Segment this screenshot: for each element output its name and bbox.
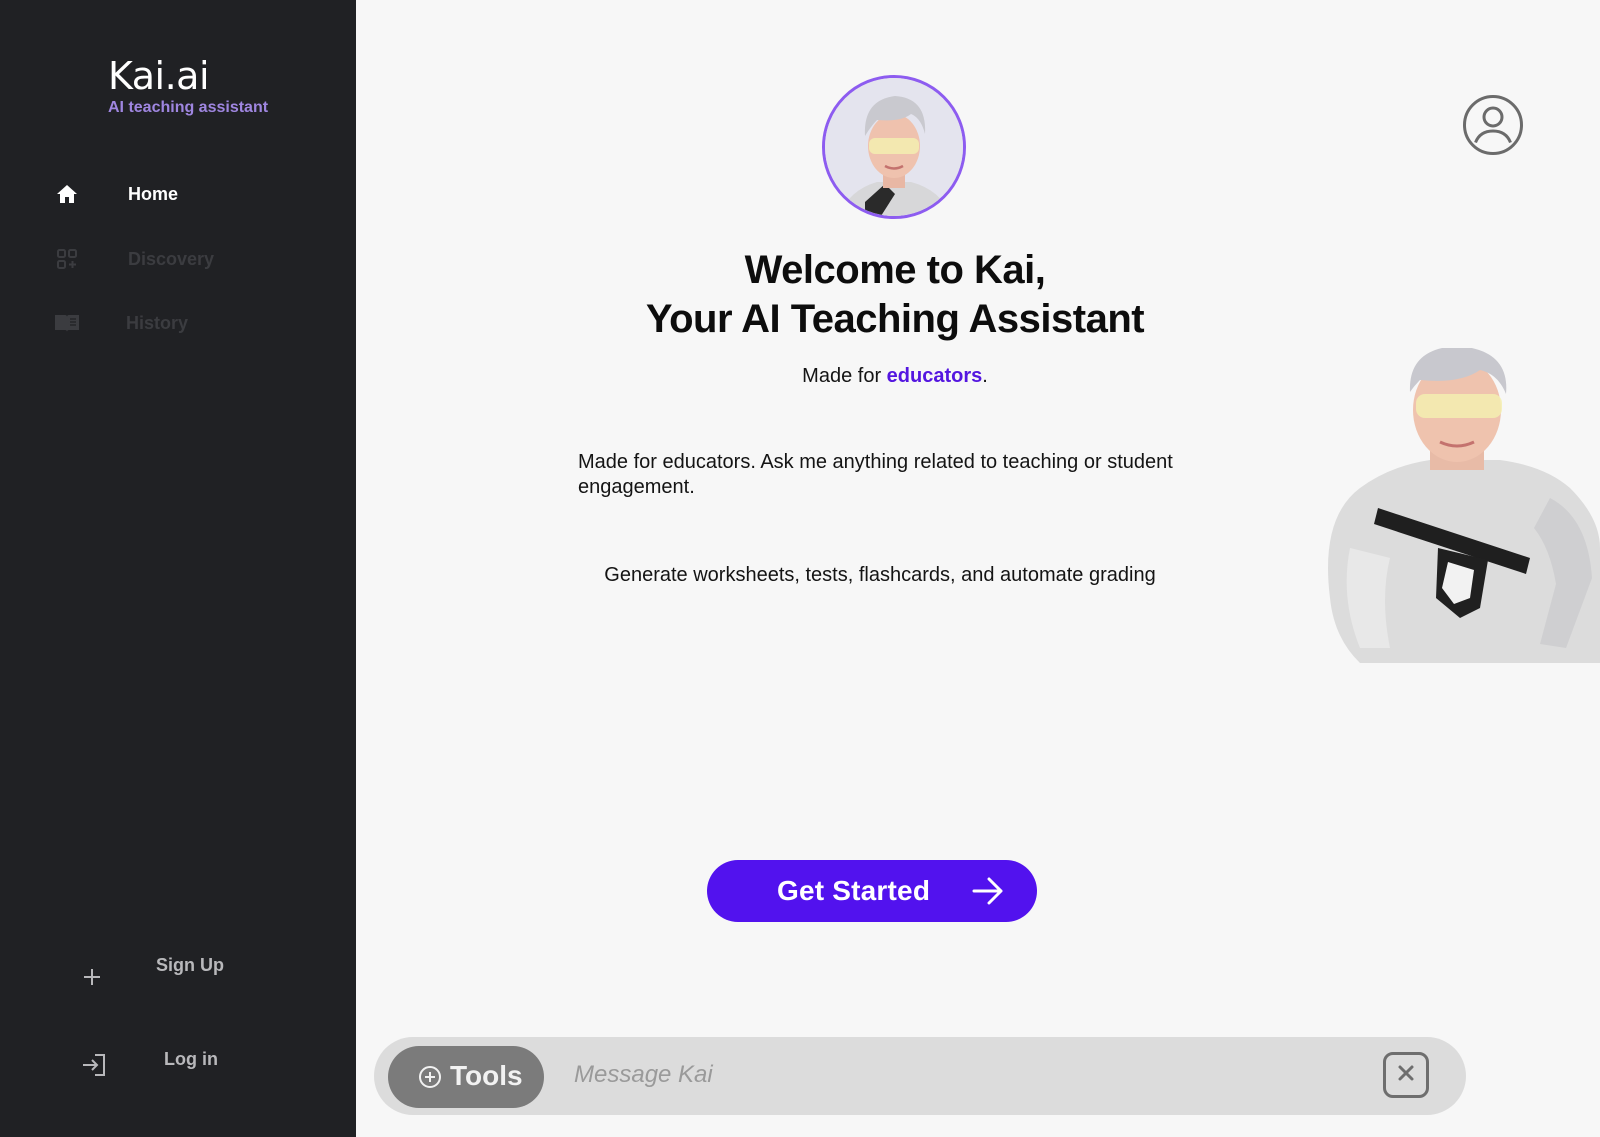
sidebar-item-label: Home [128, 183, 179, 204]
kai-character-illustration [1320, 346, 1600, 663]
sign-up-button[interactable]: Sign Up [0, 955, 356, 999]
user-profile-icon[interactable] [1462, 94, 1524, 156]
book-icon [54, 310, 80, 336]
plus-icon [79, 964, 105, 990]
close-icon [1396, 1063, 1416, 1088]
sidebar-item-history[interactable]: History [0, 301, 356, 345]
home-icon [54, 181, 80, 207]
discovery-icon [54, 246, 80, 272]
tools-button[interactable]: Tools [388, 1046, 544, 1108]
sign-up-label: Sign Up [156, 955, 224, 975]
message-input[interactable] [574, 1055, 1334, 1095]
page-title: Welcome to Kai, Your AI Teaching Assista… [560, 246, 1230, 344]
features-description: Generate worksheets, tests, flashcards, … [604, 564, 1156, 586]
log-in-label: Log in [164, 1049, 218, 1069]
plus-circle-icon [418, 1065, 442, 1089]
message-composer: Tools [374, 1037, 1466, 1115]
brand-subtitle: AI teaching assistant [108, 99, 269, 116]
kai-avatar [822, 75, 966, 219]
arrow-right-icon [971, 875, 1005, 907]
sidebar: Kai.ai AI teaching assistant Home Discov… [0, 0, 356, 1137]
title-line-2: Your AI Teaching Assistant [645, 297, 1145, 341]
sidebar-item-home[interactable]: Home [0, 172, 356, 216]
title-line-1: Welcome to Kai, [744, 248, 1046, 292]
tools-label: Tools [450, 1060, 523, 1091]
get-started-button[interactable]: Get Started [707, 860, 1037, 922]
get-started-label: Get Started [777, 875, 931, 906]
brand: Kai.ai AI teaching assistant [108, 54, 268, 118]
tagline-suffix: . [982, 365, 988, 387]
tagline-prefix: Made for [802, 365, 887, 387]
brand-title: Kai.ai [108, 54, 210, 98]
clear-button[interactable] [1383, 1052, 1429, 1098]
tagline-accent: educators [886, 365, 983, 387]
log-in-button[interactable]: Log in [0, 1037, 356, 1081]
sidebar-item-label: Discovery [128, 248, 215, 269]
sidebar-item-label: History [126, 312, 189, 333]
sidebar-item-discovery[interactable]: Discovery [0, 237, 356, 281]
made-for-tagline: Made for educators. [560, 365, 1230, 388]
intro-description: Made for educators. Ask me anything rela… [578, 451, 1173, 498]
login-icon [81, 1052, 107, 1078]
